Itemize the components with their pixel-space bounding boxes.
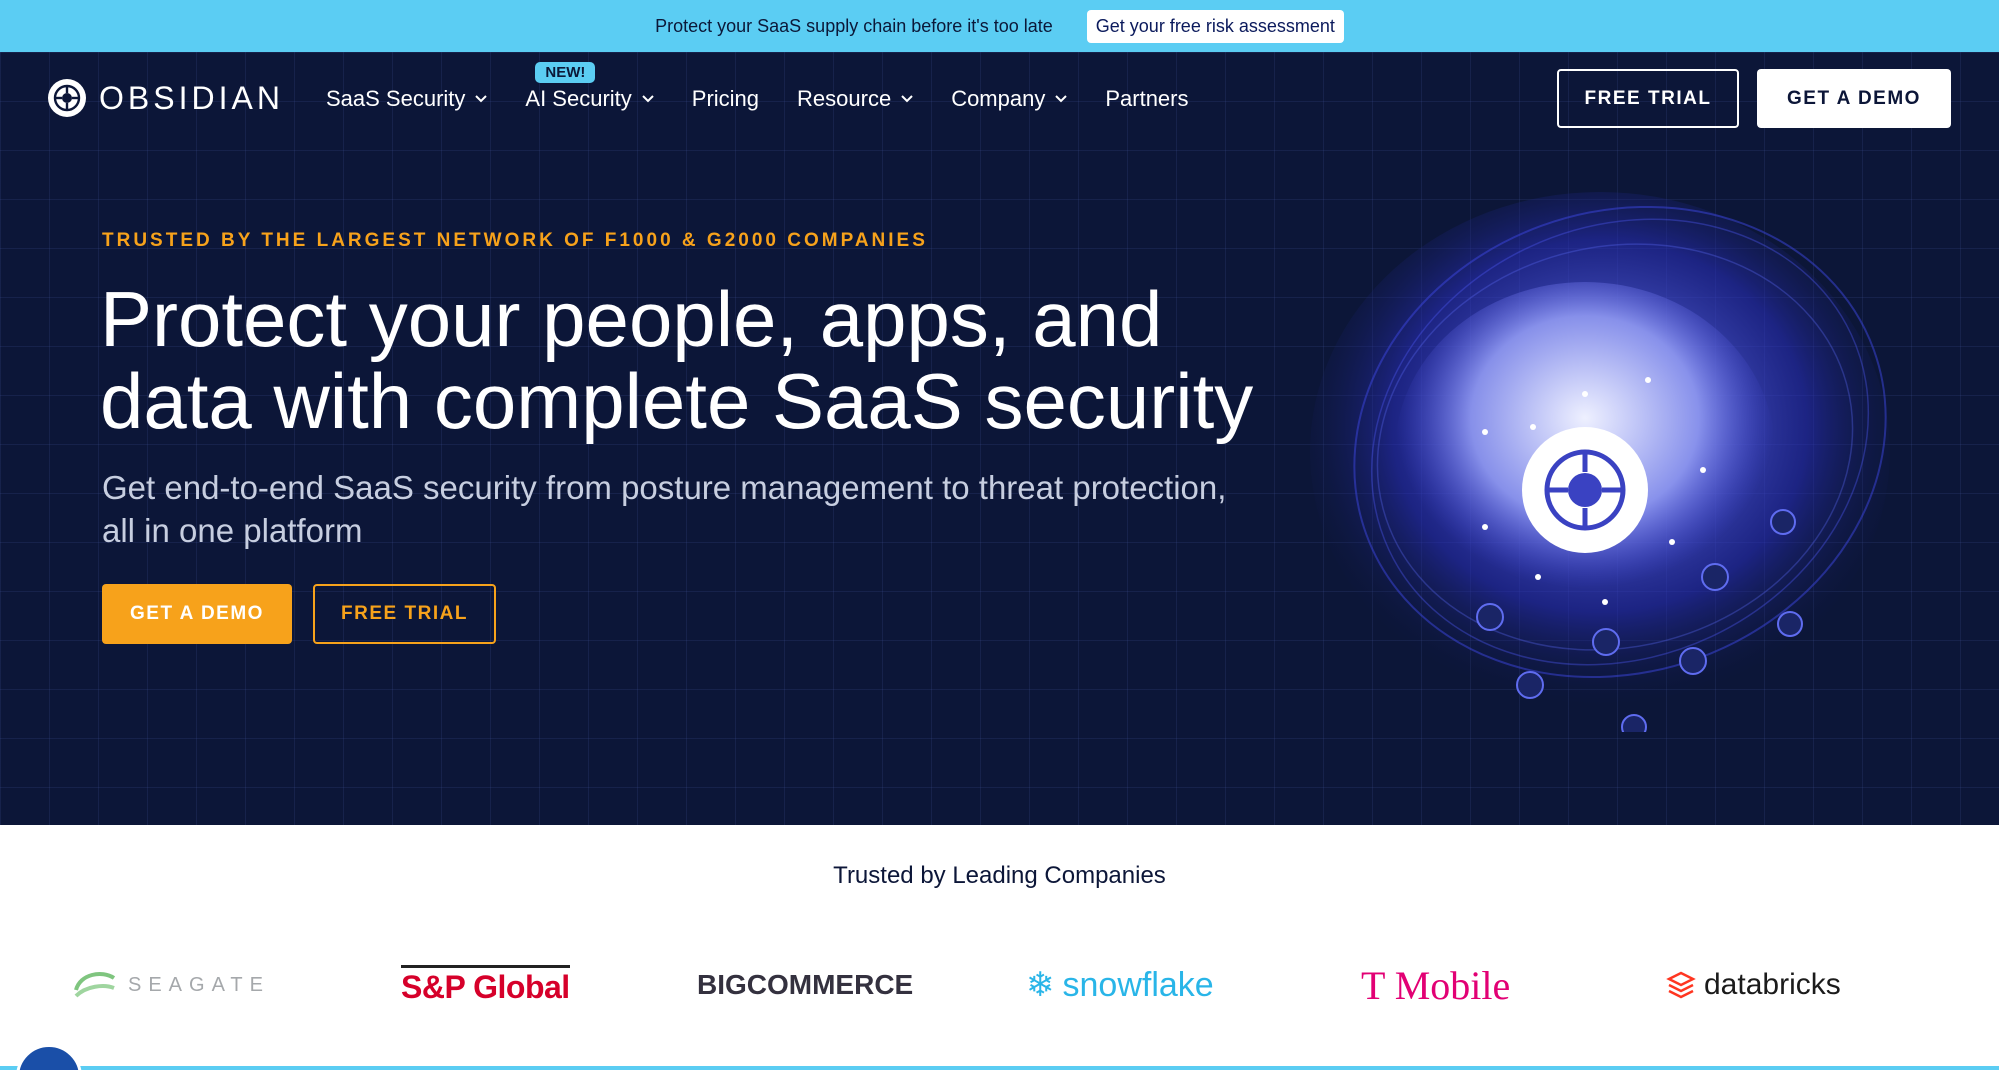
logo-t-mobile: T Mobile <box>1361 955 1510 1015</box>
hero-free-trial-button[interactable]: FREE TRIAL <box>313 584 496 644</box>
hero-headline: Protect your people, apps, and data with… <box>100 278 1350 442</box>
nav-company[interactable]: Company <box>951 86 1068 112</box>
nav-partners[interactable]: Partners <box>1105 86 1188 112</box>
hero-subhead: Get end-to-end SaaS security from postur… <box>102 466 1302 552</box>
announcement-bar: Protect your SaaS supply chain before it… <box>0 0 1999 52</box>
databricks-icon <box>1666 971 1696 999</box>
chevron-down-icon <box>901 95 913 103</box>
obsidian-logo-icon <box>48 79 86 117</box>
nav-label: Pricing <box>691 86 760 111</box>
sp-global-wordmark: S&P Global <box>401 964 570 1006</box>
main-navbar: OBSIDIAN SaaS Security NEW! AI Security … <box>0 52 1999 148</box>
nav-saas-security[interactable]: SaaS Security <box>326 86 488 112</box>
snowflake-icon: ❄ <box>1026 966 1055 1004</box>
hero-eyebrow: TRUSTED BY THE LARGEST NETWORK OF F1000 … <box>102 230 928 251</box>
logo-seagate: SEAGATE <box>72 955 270 1015</box>
nav-ai-security[interactable]: NEW! AI Security <box>525 62 654 112</box>
nav-label: Partners <box>1105 86 1189 111</box>
hero-get-demo-button[interactable]: GET A DEMO <box>102 584 292 644</box>
bigcommerce-wordmark: BIGCOMMERCE <box>697 969 914 1000</box>
nav-label: SaaS Security <box>326 86 466 111</box>
seagate-wordmark: SEAGATE <box>128 973 270 996</box>
risk-assessment-button[interactable]: Get your free risk assessment <box>1086 9 1344 43</box>
databricks-wordmark: databricks <box>1704 968 1841 1001</box>
headline-line-2: data with complete SaaS security <box>100 357 1254 445</box>
headline-line-1: Protect your people, apps, and <box>100 275 1163 363</box>
logo-databricks: databricks <box>1666 955 1841 1015</box>
nav-label: AI Security <box>525 86 632 111</box>
header-free-trial-button[interactable]: FREE TRIAL <box>1557 69 1739 128</box>
logo-wordmark: OBSIDIAN <box>99 79 284 116</box>
t-mobile-wordmark: T Mobile <box>1361 962 1511 1008</box>
chevron-down-icon <box>642 95 654 103</box>
nav-label: Resource <box>797 86 892 111</box>
platform-orb-illustration <box>1310 192 1890 732</box>
header-get-demo-button[interactable]: GET A DEMO <box>1757 69 1951 128</box>
announcement-text: Protect your SaaS supply chain before it… <box>655 15 1053 36</box>
accessibility-widget-button[interactable] <box>16 1044 82 1070</box>
nav-resource[interactable]: Resource <box>797 86 913 112</box>
new-badge: NEW! <box>535 62 596 83</box>
customer-logos: SEAGATE S&P Global BIGCOMMERCE ❄ snowfla… <box>0 955 1999 1015</box>
logo-sp-global: S&P Global <box>401 955 570 1015</box>
nav-label: Company <box>951 86 1046 111</box>
primary-nav: SaaS Security NEW! AI Security Pricing R… <box>326 62 1227 112</box>
seagate-mark-icon <box>74 972 116 998</box>
snowflake-wordmark: snowflake <box>1062 965 1214 1004</box>
bottom-divider <box>0 1066 1999 1070</box>
logo-snowflake: ❄ snowflake <box>1026 955 1214 1015</box>
subhead-line-2: all in one platform <box>102 512 363 549</box>
trusted-title: Trusted by Leading Companies <box>833 862 1166 889</box>
hero-section: OBSIDIAN SaaS Security NEW! AI Security … <box>0 52 1999 825</box>
nav-pricing[interactable]: Pricing <box>692 86 759 112</box>
chevron-down-icon <box>475 95 488 103</box>
obsidian-logo[interactable]: OBSIDIAN <box>47 78 284 118</box>
chevron-down-icon <box>1055 95 1068 103</box>
subhead-line-1: Get end-to-end SaaS security from postur… <box>102 469 1227 506</box>
logo-bigcommerce: BIGCOMMERCE <box>697 955 913 1015</box>
